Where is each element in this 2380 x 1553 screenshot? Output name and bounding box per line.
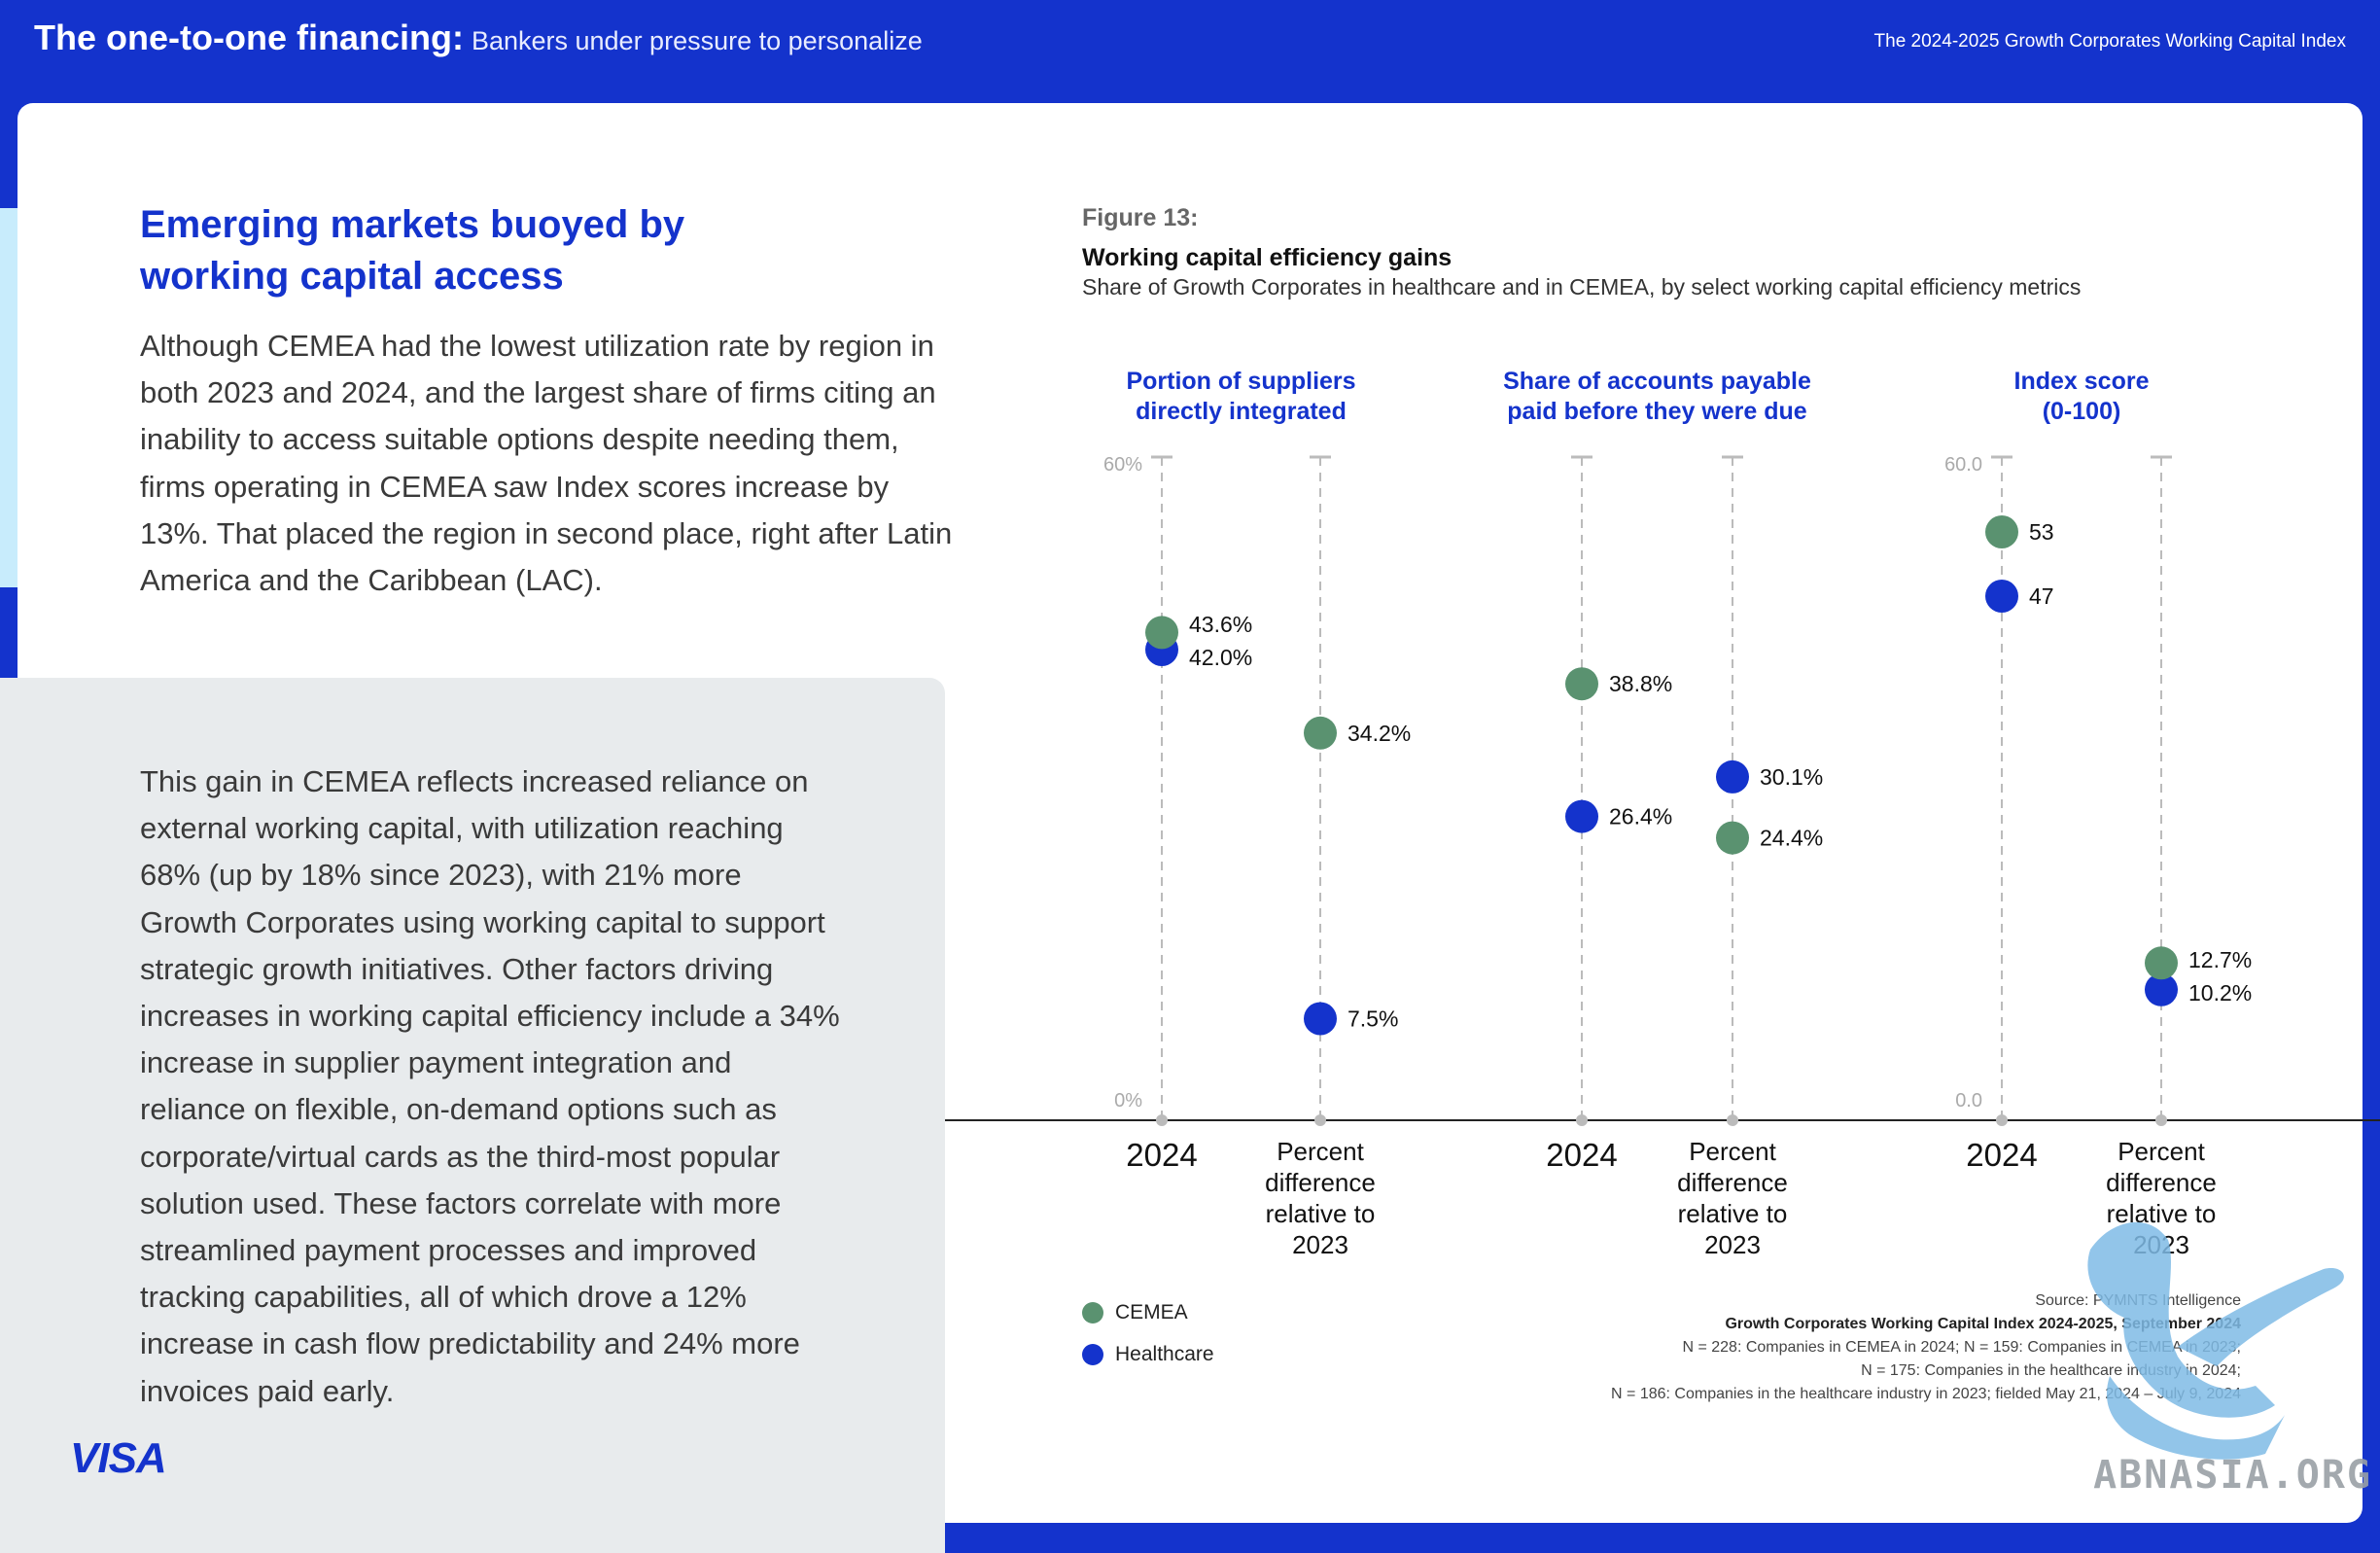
data-label-cemea-1-0: 38.8%	[1609, 671, 1672, 696]
data-label-healthcare-0-0: 42.0%	[1189, 645, 1252, 670]
data-label-healthcare-2-0: 47	[2029, 583, 2054, 609]
panel-title-2-line-1: (0-100)	[2043, 398, 2121, 425]
axis-tick-dot-1-0	[1576, 1114, 1588, 1126]
chart-legend: CEMEA Healthcare	[1082, 1291, 1214, 1375]
legend-item-cemea: CEMEA	[1082, 1291, 1214, 1333]
panel-title-1-line-0: Share of accounts payable	[1503, 368, 1811, 395]
legend-swatch-healthcare	[1082, 1343, 1103, 1365]
axis-tick-dot-2-0	[1996, 1114, 2008, 1126]
data-label-cemea-1-1: 24.4%	[1760, 826, 1823, 851]
data-point-healthcare-1-1	[1716, 759, 1749, 794]
panel-title-1-line-1: paid before they were due	[1507, 398, 1807, 425]
x-label-diff-2-line-0: Percent	[2118, 1137, 2205, 1166]
x-label-year-0: 2024	[1126, 1137, 1197, 1173]
x-label-diff-0-line-0: Percent	[1277, 1137, 1364, 1166]
axis-tick-dot-0-0	[1156, 1114, 1168, 1126]
data-point-cemea-0-0	[1145, 616, 1178, 650]
axis-tick-dot-2-1	[2155, 1114, 2167, 1126]
data-label-healthcare-1-1: 30.1%	[1760, 764, 1823, 790]
x-label-diff-0-line-1: difference	[1265, 1168, 1376, 1197]
axis-tick-dot-0-1	[1314, 1114, 1326, 1126]
x-label-diff-0-line-2: relative to	[1266, 1199, 1376, 1228]
x-label-year-2: 2024	[1966, 1137, 2037, 1173]
y-min-label-2: 0.0	[1955, 1090, 1982, 1112]
x-label-diff-1-line-2: relative to	[1678, 1199, 1788, 1228]
x-label-diff-0-line-3: 2023	[1292, 1230, 1348, 1259]
x-label-diff-1-line-1: difference	[1677, 1168, 1788, 1197]
data-label-healthcare-1-0: 26.4%	[1609, 804, 1672, 829]
data-label-healthcare-2-1: 10.2%	[2188, 980, 2252, 1006]
data-point-cemea-2-0	[1985, 515, 2018, 548]
x-label-diff-1-line-0: Percent	[1689, 1137, 1776, 1166]
data-label-cemea-0-0: 43.6%	[1189, 612, 1252, 637]
data-point-healthcare-1-0	[1565, 799, 1598, 833]
axis-tick-dot-1-1	[1727, 1114, 1738, 1126]
x-label-diff-2-line-1: difference	[2106, 1168, 2217, 1197]
data-point-cemea-1-1	[1716, 821, 1749, 855]
legend-label-healthcare: Healthcare	[1115, 1342, 1214, 1365]
legend-label-cemea: CEMEA	[1115, 1300, 1188, 1324]
x-label-year-1: 2024	[1546, 1137, 1617, 1173]
data-label-cemea-2-1: 12.7%	[2188, 947, 2252, 972]
x-label-diff-1-line-3: 2023	[1704, 1230, 1761, 1259]
data-point-cemea-1-0	[1565, 667, 1598, 701]
data-label-healthcare-0-1: 7.5%	[1348, 1006, 1398, 1032]
watermark-logo: ABNASIA.ORG	[2087, 1221, 2372, 1493]
legend-swatch-cemea	[1082, 1301, 1103, 1324]
panel-title-2-line-0: Index score	[2014, 368, 2150, 395]
data-label-cemea-2-0: 53	[2029, 519, 2054, 545]
y-min-label-0: 0%	[1114, 1090, 1142, 1112]
panel-title-0-line-0: Portion of suppliers	[1126, 368, 1355, 395]
panel-title-0-line-1: directly integrated	[1136, 398, 1347, 425]
legend-item-healthcare: Healthcare	[1082, 1333, 1214, 1375]
griffin-icon	[2087, 1221, 2344, 1460]
y-max-label-2: 60.0	[1944, 454, 1982, 476]
watermark-text: ABNASIA.ORG	[2093, 1453, 2372, 1493]
data-label-cemea-0-1: 34.2%	[1348, 721, 1411, 746]
y-max-label-0: 60%	[1103, 454, 1142, 476]
data-point-healthcare-2-0	[1985, 580, 2018, 613]
data-point-cemea-0-1	[1304, 716, 1337, 750]
data-point-healthcare-0-1	[1304, 1002, 1337, 1036]
data-point-cemea-2-1	[2145, 946, 2178, 980]
